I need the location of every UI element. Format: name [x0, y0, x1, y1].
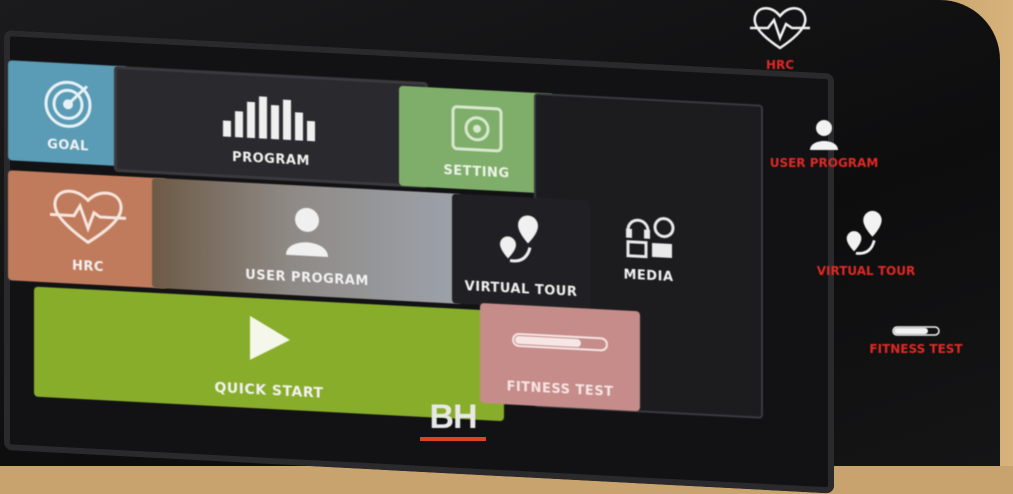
- progress-bar-icon: [512, 332, 608, 352]
- side-button-fitness-test[interactable]: FITNESS TEST: [816, 326, 1013, 356]
- fitness-test-label: FITNESS TEST: [506, 379, 614, 400]
- side-button-hrc[interactable]: HRC: [680, 4, 880, 72]
- program-tile[interactable]: PROGRAM: [114, 65, 428, 189]
- bar-chart-icon: [223, 96, 315, 142]
- map-pin-route-icon: [846, 210, 882, 255]
- progress-bar-icon: [892, 326, 940, 336]
- fitness-test-tile[interactable]: FITNESS TEST: [480, 302, 640, 412]
- side-button-user-program[interactable]: USER PROGRAM: [724, 118, 924, 170]
- goal-label: GOAL: [47, 137, 89, 155]
- program-label: PROGRAM: [232, 149, 310, 170]
- goal-tile[interactable]: GOAL: [8, 60, 128, 167]
- hrc-tile[interactable]: HRC: [8, 170, 168, 289]
- side-fitness-test-label: FITNESS TEST: [869, 342, 963, 356]
- play-icon: [250, 315, 290, 360]
- user-program-tile[interactable]: USER PROGRAM: [152, 177, 462, 305]
- setting-tile[interactable]: SETTING: [399, 85, 554, 194]
- user-program-label: USER PROGRAM: [245, 267, 369, 290]
- virtual-tour-label: VIRTUAL TOUR: [464, 279, 578, 301]
- logo-accent-bar: [420, 437, 486, 441]
- heart-pulse-icon: [750, 7, 810, 50]
- media-icon: [625, 217, 674, 259]
- setting-label: SETTING: [443, 163, 510, 182]
- user-icon: [810, 120, 838, 150]
- side-button-virtual-tour[interactable]: VIRTUAL TOUR: [766, 208, 966, 278]
- hrc-label: HRC: [72, 258, 104, 276]
- settings-icon: [451, 105, 502, 153]
- side-hrc-label: HRC: [765, 58, 795, 72]
- map-pin-route-icon: [500, 215, 538, 263]
- target-icon: [44, 80, 92, 128]
- side-user-program-label: USER PROGRAM: [769, 156, 879, 170]
- side-virtual-tour-label: VIRTUAL TOUR: [816, 264, 916, 278]
- user-icon: [286, 207, 328, 257]
- virtual-tour-tile[interactable]: VIRTUAL TOUR: [452, 193, 590, 311]
- heart-pulse-icon: [50, 189, 126, 245]
